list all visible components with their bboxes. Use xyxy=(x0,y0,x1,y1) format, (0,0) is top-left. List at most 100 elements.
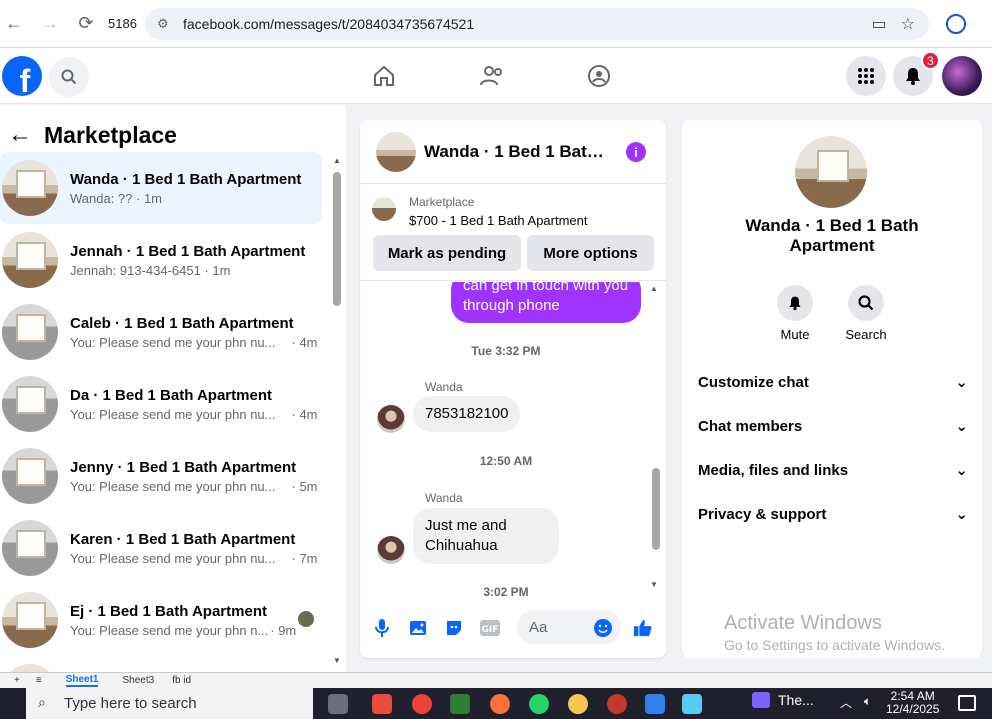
outgoing-message[interactable]: can get in touch with you through phone xyxy=(451,282,641,323)
incoming-message[interactable]: Just me and Chihuahua xyxy=(413,508,559,564)
notifications-icon[interactable] xyxy=(958,695,976,711)
conversation-item[interactable]: Karen · 1 Bed 1 Bath Apartment You: Plea… xyxy=(0,512,322,584)
sheet-tab[interactable]: Sheet1 xyxy=(65,674,99,687)
video-icon xyxy=(752,692,770,708)
listing-thumbnail xyxy=(2,448,58,504)
message-timestamp: 3:02 PM xyxy=(483,585,529,599)
bell-icon[interactable] xyxy=(777,285,813,321)
search-icon[interactable] xyxy=(49,57,89,97)
thumbs-up-icon[interactable] xyxy=(633,618,653,638)
chat-avatar-large[interactable] xyxy=(795,136,867,208)
all-sheets-icon[interactable]: ≡ xyxy=(36,675,42,686)
app-icon[interactable] xyxy=(645,694,665,714)
listing-thumbnail xyxy=(2,304,58,360)
chat-info-panel: Wanda · 1 Bed 1 Bath Apartment Mute Sear… xyxy=(682,120,982,658)
scrollbar[interactable]: ▲ ▼ xyxy=(333,156,341,665)
address-bar[interactable]: ⚙ facebook.com/messages/t/20840347356745… xyxy=(145,8,929,40)
chat-name-large: Wanda · 1 Bed 1 Bath Apartment xyxy=(745,216,919,255)
menu-grid-icon[interactable] xyxy=(846,56,886,96)
conversation-time: · 4m xyxy=(291,334,318,350)
photo-icon[interactable] xyxy=(408,618,428,638)
conversation-item[interactable] xyxy=(0,656,322,672)
back-arrow-icon[interactable]: ← xyxy=(8,121,32,149)
message-composer: GIF Aa xyxy=(360,608,666,648)
search-button[interactable]: Search xyxy=(836,285,896,342)
listing-thumbnail xyxy=(2,520,58,576)
scroll-down-arrow-icon[interactable]: ▼ xyxy=(650,580,658,589)
search-icon[interactable] xyxy=(848,285,884,321)
conversation-item[interactable]: Ej · 1 Bed 1 Bath Apartment You: Please … xyxy=(0,584,322,656)
chevron-up-icon[interactable]: ︿ xyxy=(840,694,852,711)
microphone-icon[interactable] xyxy=(372,618,392,638)
sheet-tab[interactable]: fb id xyxy=(172,675,191,686)
mute-button[interactable]: Mute xyxy=(765,285,825,342)
firefox-icon[interactable] xyxy=(490,694,510,714)
media-files-row[interactable]: Media, files and links ⌄ xyxy=(698,450,968,490)
scrollbar-thumb[interactable] xyxy=(652,468,660,550)
forward-arrow-icon[interactable]: → xyxy=(36,10,64,38)
chevron-down-icon: ⌄ xyxy=(955,506,968,523)
chrome-profile-icon[interactable] xyxy=(946,14,966,34)
mark-pending-button[interactable]: Mark as pending xyxy=(373,235,521,271)
tab-count[interactable]: 5186 xyxy=(108,16,137,31)
task-view-icon[interactable] xyxy=(328,694,348,714)
sender-avatar[interactable] xyxy=(377,405,405,433)
chat-avatar[interactable] xyxy=(376,131,416,172)
friends-icon[interactable] xyxy=(476,60,508,92)
conversation-time: · 7m xyxy=(291,550,318,566)
listing-thumbnail[interactable] xyxy=(372,197,396,221)
incoming-message[interactable]: 7853182100 xyxy=(413,396,521,432)
chat-title[interactable]: Wanda · 1 Bed 1 Bath ... xyxy=(424,142,614,162)
gif-icon[interactable]: GIF xyxy=(480,618,500,638)
excel-icon[interactable] xyxy=(450,694,470,714)
info-icon[interactable]: i xyxy=(626,142,646,162)
sender-avatar[interactable] xyxy=(377,536,405,564)
whatsapp-icon[interactable] xyxy=(529,694,549,714)
taskbar-search-input[interactable]: ⌕ Type here to search xyxy=(26,688,313,719)
chrome-icon[interactable] xyxy=(412,694,432,714)
more-options-button[interactable]: More options xyxy=(527,235,654,271)
app-icon[interactable] xyxy=(607,694,627,714)
mute-label: Mute xyxy=(780,327,810,342)
conversation-item[interactable]: Wanda · 1 Bed 1 Bath Apartment Wanda: ??… xyxy=(0,152,322,224)
emoji-icon[interactable] xyxy=(593,618,613,638)
chevron-down-icon: ⌄ xyxy=(955,462,968,479)
app-icon[interactable] xyxy=(682,694,702,714)
conversation-item[interactable]: Caleb · 1 Bed 1 Bath Apartment You: Plea… xyxy=(0,296,322,368)
message-timestamp: Tue 3:32 PM xyxy=(471,344,541,358)
facebook-logo-icon[interactable]: f xyxy=(2,56,42,96)
listing-card: Marketplace $700 - 1 Bed 1 Bath Apartmen… xyxy=(360,185,666,281)
install-app-icon[interactable]: ▭ xyxy=(872,14,887,34)
app-icon[interactable] xyxy=(568,694,588,714)
listing-price[interactable]: $700 - 1 Bed 1 Bath Apartment xyxy=(409,213,588,228)
scroll-up-arrow-icon[interactable]: ▲ xyxy=(650,284,658,293)
groups-icon[interactable] xyxy=(583,60,615,92)
profile-avatar[interactable] xyxy=(942,56,982,96)
reload-icon[interactable]: ⟳ xyxy=(72,10,100,38)
privacy-support-row[interactable]: Privacy & support ⌄ xyxy=(698,494,968,534)
sheet-tab[interactable]: Sheet3 xyxy=(122,675,154,686)
conversation-name: Caleb · 1 Bed 1 Bath Apartment xyxy=(70,314,294,332)
conversation-time: · 9m xyxy=(270,622,297,638)
back-arrow-icon[interactable]: ← xyxy=(0,10,28,38)
volume-icon[interactable]: 🔈︎ xyxy=(864,694,871,709)
conversation-item[interactable]: Jenny · 1 Bed 1 Bath Apartment You: Plea… xyxy=(0,440,322,512)
taskbar-clock[interactable]: 2:54 AM 12/4/2025 xyxy=(886,690,939,716)
chat-members-row[interactable]: Chat members ⌄ xyxy=(698,406,968,446)
taskbar-app[interactable]: The... xyxy=(752,692,814,708)
add-sheet-icon[interactable]: + xyxy=(14,675,20,686)
home-icon[interactable] xyxy=(368,60,400,92)
conversation-item[interactable]: Da · 1 Bed 1 Bath Apartment You: Please … xyxy=(0,368,322,440)
clock-date: 12/4/2025 xyxy=(886,702,940,716)
row-label: Privacy & support xyxy=(698,505,827,523)
sticker-icon[interactable] xyxy=(444,618,464,638)
url-text[interactable]: facebook.com/messages/t/2084034735674521 xyxy=(183,16,474,32)
conversation-snippet: You: Please send me your phn nu... xyxy=(70,334,276,350)
scrollbar-thumb[interactable] xyxy=(333,172,341,306)
app-icon[interactable] xyxy=(372,694,392,714)
marketplace-conversation-list: ← Marketplace Wanda · 1 Bed 1 Bath Apart… xyxy=(0,105,346,672)
site-settings-icon[interactable]: ⚙ xyxy=(157,15,175,33)
customize-chat-row[interactable]: Customize chat ⌄ xyxy=(698,362,968,402)
bookmark-star-icon[interactable]: ☆ xyxy=(901,14,915,34)
conversation-item[interactable]: Jennah · 1 Bed 1 Bath Apartment Jennah: … xyxy=(0,224,322,296)
